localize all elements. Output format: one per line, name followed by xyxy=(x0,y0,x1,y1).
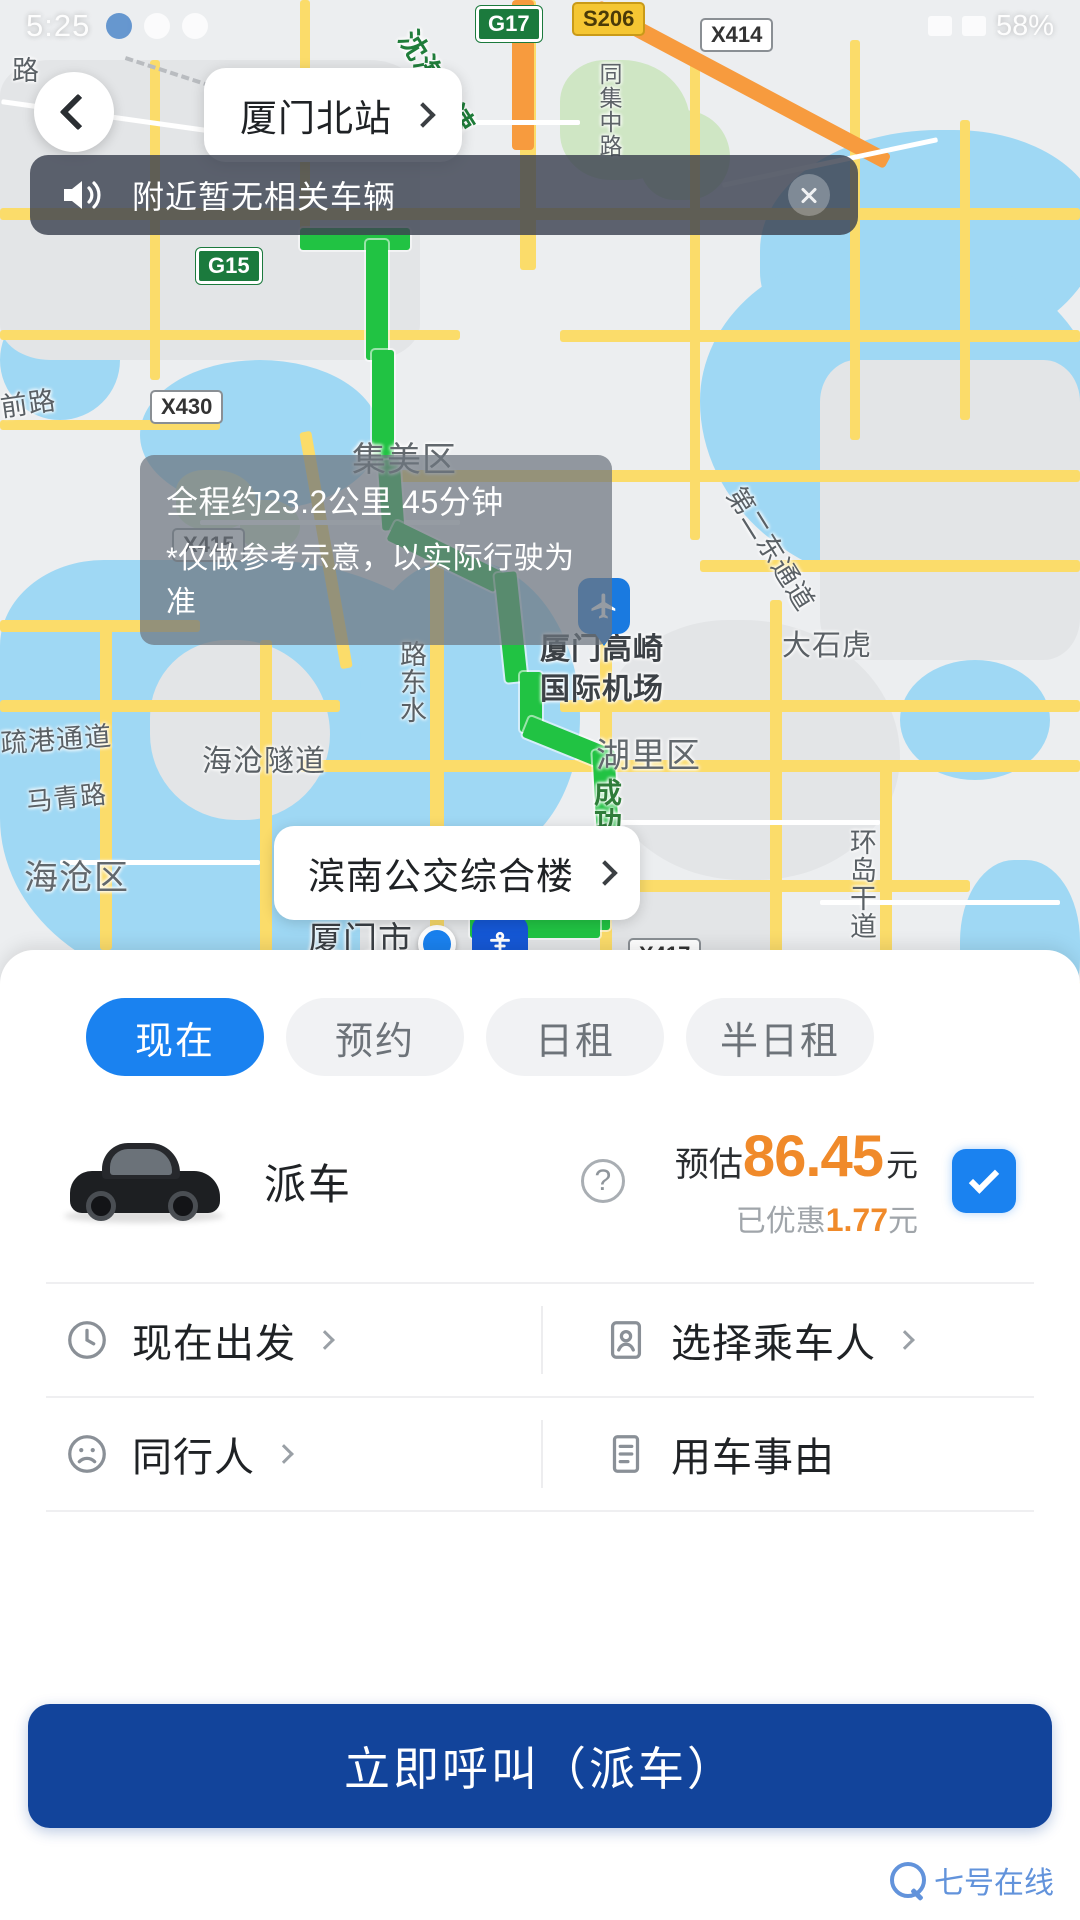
map-label-ludongshui: 路东水 xyxy=(396,640,426,724)
wifi-icon xyxy=(961,16,986,36)
ride-hailing-screen: G15 G17 S206 X430 X415 X417 X414 沈海高速 同集… xyxy=(0,0,1080,1920)
route-info-box: 全程约23.2公里 45分钟 *仅做参考示意，以实际行驶为准 xyxy=(140,455,612,645)
map-shield-x430: X430 xyxy=(150,390,224,424)
option-row-2: 同行人 用车事由 xyxy=(0,1398,1080,1510)
map-label-shugang-channel: 疏港通道 xyxy=(0,721,114,759)
watermark-text: 七号在线 xyxy=(934,1867,1054,1900)
option-select-passenger-label: 选择乘车人 xyxy=(671,1322,876,1366)
passenger-icon xyxy=(610,1321,642,1359)
map-label-huli-district: 湖里区 xyxy=(596,737,701,775)
app-badge-icon xyxy=(106,13,133,39)
map-label-qianlu: 前路 xyxy=(0,385,59,423)
download-icon xyxy=(144,13,171,39)
back-button[interactable] xyxy=(34,72,114,152)
estimate-prefix: 预估 xyxy=(674,1145,743,1184)
origin-pill[interactable]: 厦门北站 xyxy=(204,68,462,162)
map-label-haicang-tunnel: 海沧隧道 xyxy=(202,745,326,778)
map-label-gaoqi-airport-l2: 国际机场 xyxy=(540,673,664,706)
sedan-car-icon xyxy=(64,1133,224,1229)
checkmark-icon xyxy=(968,1162,1000,1194)
companion-icon xyxy=(68,1435,106,1473)
tab-half-day-rental[interactable]: 半日租 xyxy=(686,998,875,1076)
map-label-haicang-district: 海沧区 xyxy=(24,859,129,897)
clock-icon xyxy=(68,1321,106,1359)
chevron-left-icon xyxy=(59,93,97,131)
discount-line: 已优惠1.77元 xyxy=(675,1196,918,1240)
booking-sheet: 现在 预约 日租 半日租 派车 ? 预估 86.45 元 已优惠1.77元 现在… xyxy=(0,950,1080,1920)
tab-now[interactable]: 现在 xyxy=(86,998,264,1076)
route-distance-duration: 全程约23.2公里 45分钟 xyxy=(166,484,504,520)
question-mark-icon[interactable]: ? xyxy=(580,1159,625,1203)
option-depart-now[interactable]: 现在出发 xyxy=(0,1284,541,1396)
chevron-right-icon xyxy=(410,102,436,128)
document-icon xyxy=(612,1435,640,1473)
estimate-amount: 86.45 xyxy=(742,1123,884,1189)
map-shield-g15: G15 xyxy=(196,248,262,284)
tab-reserve[interactable]: 预约 xyxy=(286,998,464,1076)
map-label-huandao-road: 环岛干道 xyxy=(846,828,876,940)
option-trip-reason[interactable]: 用车事由 xyxy=(541,1398,1080,1510)
destination-pill[interactable]: 滨南公交综合楼 xyxy=(274,826,640,920)
status-bar-time: 5:25 xyxy=(26,8,91,43)
tab-daily-rental[interactable]: 日租 xyxy=(486,998,664,1076)
booking-options: 现在出发 选择乘车人 同行人 用车事由 xyxy=(0,1282,1080,1512)
option-trip-reason-label: 用车事由 xyxy=(671,1436,835,1480)
q-logo-icon xyxy=(890,1862,926,1898)
discount-amount: 1.77 xyxy=(825,1201,888,1238)
map-label-dashihu: 大石虎 xyxy=(782,630,873,662)
signal-icon xyxy=(927,16,952,36)
location-icon xyxy=(182,13,209,39)
status-bar: 5:25 58% xyxy=(0,0,1080,52)
vehicle-select-checkbox[interactable] xyxy=(952,1149,1016,1213)
close-icon[interactable] xyxy=(788,174,830,216)
vehicle-label: 派车 xyxy=(264,1160,353,1208)
status-bar-battery: 58% xyxy=(995,9,1054,42)
status-bar-system-icons: 58% xyxy=(927,9,1054,43)
status-bar-notification-icons xyxy=(106,13,209,39)
chevron-right-icon xyxy=(274,1444,294,1464)
estimate-line: 预估 86.45 元 xyxy=(675,1123,918,1190)
option-select-passenger[interactable]: 选择乘车人 xyxy=(541,1284,1080,1396)
map-label-lu: 路 xyxy=(8,56,38,84)
origin-label: 厦门北站 xyxy=(240,98,392,139)
price-column: 预估 86.45 元 已优惠1.77元 xyxy=(675,1123,918,1240)
call-car-button[interactable]: 立即呼叫（派车） xyxy=(28,1704,1052,1828)
speaker-icon xyxy=(64,181,101,209)
estimate-currency: 元 xyxy=(885,1146,918,1183)
chevron-right-icon xyxy=(315,1330,335,1350)
route-disclaimer: *仅做参考示意，以实际行驶为准 xyxy=(166,542,575,619)
price-block: ? 预估 86.45 元 已优惠1.77元 xyxy=(580,1123,1016,1240)
chevron-right-icon xyxy=(592,860,618,886)
divider xyxy=(541,1306,543,1374)
notice-text: 附近暂无相关车辆 xyxy=(132,179,397,215)
watermark: 七号在线 xyxy=(890,1858,1054,1902)
service-type-tabs: 现在 预约 日租 半日租 xyxy=(0,950,1080,1076)
option-row-1: 现在出发 选择乘车人 xyxy=(0,1284,1080,1396)
discount-prefix: 已优惠 xyxy=(735,1204,826,1238)
map-label-tongji-road: 同集中路 xyxy=(596,62,622,158)
divider xyxy=(541,1420,543,1488)
vehicle-price-row[interactable]: 派车 ? 预估 86.45 元 已优惠1.77元 xyxy=(0,1076,1080,1246)
discount-currency: 元 xyxy=(888,1204,918,1238)
option-depart-now-label: 现在出发 xyxy=(132,1322,296,1366)
destination-label: 滨南公交综合楼 xyxy=(308,856,574,897)
option-companions-label: 同行人 xyxy=(132,1436,255,1480)
divider xyxy=(46,1510,1034,1512)
notice-banner[interactable]: 附近暂无相关车辆 xyxy=(30,155,858,235)
chevron-right-icon xyxy=(895,1330,915,1350)
option-companions[interactable]: 同行人 xyxy=(0,1398,541,1510)
